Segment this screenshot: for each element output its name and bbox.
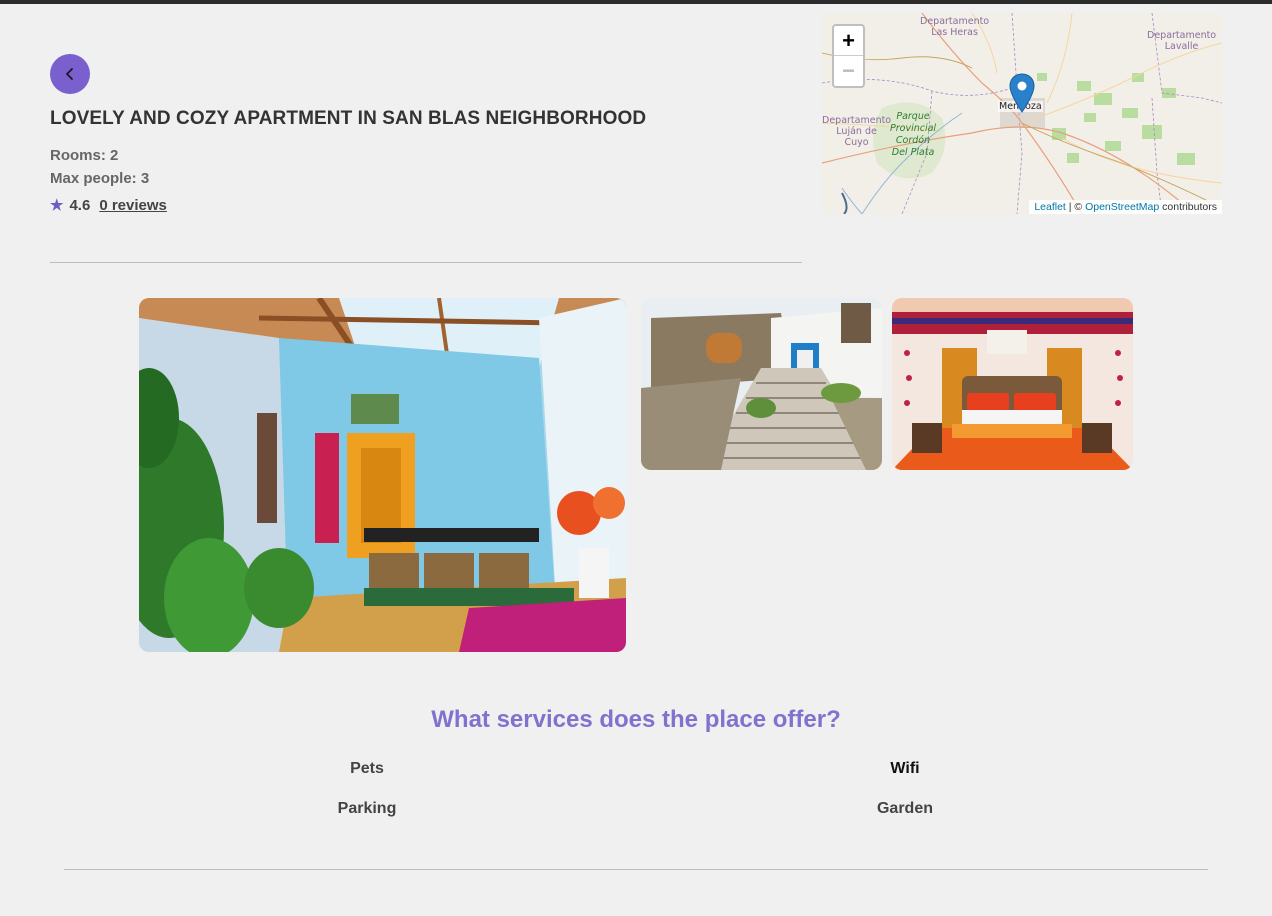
rooms-info: Rooms: 2 (50, 147, 119, 164)
map-pin-icon[interactable] (1009, 73, 1035, 113)
divider (50, 262, 802, 263)
zoom-control: + − (832, 24, 865, 88)
osm-link[interactable]: OpenStreetMap (1085, 201, 1159, 213)
reviews-link[interactable]: 0 reviews (99, 197, 167, 214)
map-attribution: Leaflet | © OpenStreetMap contributors (1029, 200, 1222, 214)
photo-main[interactable] (139, 298, 626, 652)
zoom-out-button[interactable]: − (834, 56, 863, 86)
services-title: What services does the place offer? (431, 706, 841, 733)
photo-stairs[interactable] (641, 298, 882, 470)
map-label-park: Parque Provincial Cordón Del Plata (890, 111, 937, 158)
service-pets: Pets (350, 760, 384, 777)
attribution-suffix: contributors (1159, 201, 1217, 213)
leaflet-link[interactable]: Leaflet (1034, 201, 1066, 213)
divider (64, 869, 1208, 870)
top-bar (0, 0, 1272, 4)
map-label-lavalle: Departamento Lavalle (1147, 30, 1217, 52)
star-icon: ★ (50, 197, 64, 214)
service-parking: Parking (337, 800, 397, 817)
photo-bedroom[interactable] (892, 298, 1133, 470)
map-label-las-heras: Departamento Las Heras (920, 16, 990, 38)
service-wifi: Wifi (890, 760, 920, 777)
location-map[interactable]: + − Departamento Las Heras Departamento … (822, 13, 1222, 214)
back-button[interactable] (50, 54, 90, 94)
chevron-left-icon (66, 68, 73, 80)
zoom-in-button[interactable]: + (834, 26, 863, 56)
service-garden: Garden (876, 800, 933, 817)
rating: ★ 4.6 0 reviews (50, 196, 167, 215)
rating-value: 4.6 (69, 196, 91, 214)
map-label-lujan: Departamento Luján de Cuyo (822, 115, 892, 148)
attribution-separator: | © (1065, 201, 1086, 213)
listing-title: LOVELY AND COZY APARTMENT IN SAN BLAS NE… (50, 108, 647, 129)
max-people-info: Max people: 3 (50, 170, 150, 187)
